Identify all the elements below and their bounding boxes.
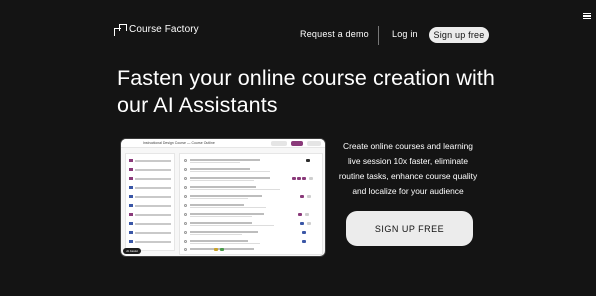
preview-button: [291, 141, 303, 146]
preview-ai-chip: AI Assist: [123, 248, 141, 254]
preview-outline-row: [184, 158, 320, 164]
preview-outline-row: [184, 212, 320, 218]
preview-outline-row: [184, 203, 320, 209]
preview-sidebar-row: [129, 204, 173, 208]
hero-headline: Fasten your online course creation with …: [117, 66, 495, 117]
page-scrollbar[interactable]: [596, 0, 600, 301]
preview-title: Instructional Design Course — Course Out…: [143, 141, 215, 145]
signup-free-cta-button[interactable]: SIGN UP FREE: [346, 211, 473, 246]
page-bottom-edge: [0, 296, 600, 301]
preview-outline-row: [184, 221, 320, 227]
preview-outline-row: [184, 185, 320, 191]
brand-logo[interactable]: Course Factory: [114, 24, 199, 36]
request-demo-link[interactable]: Request a demo: [300, 29, 369, 39]
preview-outline-row: [184, 167, 320, 173]
course-factory-logo-icon: [114, 24, 127, 36]
brand-name: Course Factory: [129, 24, 199, 35]
hamburger-menu-icon[interactable]: [583, 13, 591, 19]
preview-outline-row: [184, 230, 320, 236]
preview-button: [307, 141, 321, 146]
preview-sidebar-row: [129, 222, 173, 226]
preview-sidebar-row: [129, 177, 173, 181]
preview-sidebar-row: [129, 195, 173, 199]
preview-topbar: Instructional Design Course — Course Out…: [121, 139, 325, 148]
viewport: Course Factory Request a demo Log in Sig…: [0, 0, 600, 301]
nav-divider: [378, 26, 379, 45]
preview-sidebar: [125, 153, 175, 251]
preview-outline-row: [184, 247, 320, 253]
preview-outline-panel: [179, 153, 323, 255]
preview-sidebar-row: [129, 168, 173, 172]
hero-description: Create online courses and learning live …: [338, 141, 478, 196]
preview-sidebar-row: [129, 213, 173, 217]
preview-outline-row: [184, 176, 320, 182]
product-preview-image: Instructional Design Course — Course Out…: [120, 138, 326, 257]
preview-outline-row: [184, 194, 320, 200]
signup-free-button[interactable]: Sign up free: [429, 27, 489, 43]
preview-outline-row: [184, 239, 320, 245]
landing-page: Course Factory Request a demo Log in Sig…: [0, 0, 596, 296]
preview-sidebar-row: [129, 231, 173, 235]
preview-sidebar-row: [129, 186, 173, 190]
preview-sidebar-row: [129, 159, 173, 163]
preview-button: [271, 141, 287, 146]
preview-sidebar-row: [129, 240, 173, 244]
login-link[interactable]: Log in: [392, 29, 418, 39]
